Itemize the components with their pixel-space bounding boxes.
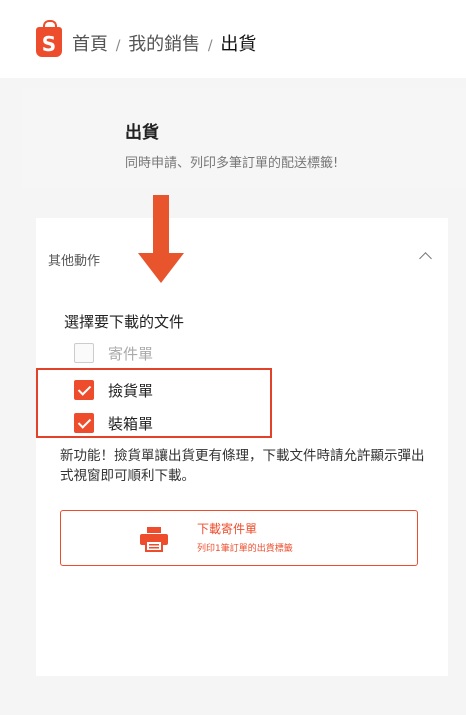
breadcrumb-home[interactable]: 首頁 — [72, 34, 108, 55]
page-subtitle: 同時申請、列印多筆訂單的配送標籤! — [125, 156, 339, 171]
breadcrumb: 首頁 / 我的銷售 / 出貨 — [72, 30, 256, 56]
more-actions-header[interactable]: 其他動作 — [36, 218, 448, 298]
new-feature-notice: 新功能！撿貨單讓出貨更有條理，下載文件時請允許顯示彈出式視窗即可順利下載。 — [60, 448, 425, 484]
chevron-up-icon[interactable] — [419, 252, 432, 265]
option-shipping-label[interactable]: 寄件單 — [74, 341, 153, 365]
breadcrumb-my-sales[interactable]: 我的銷售 — [128, 34, 200, 55]
more-actions-panel: 其他動作 選擇要下載的文件 寄件單 撿貨單 裝箱單 新功能！撿貨單讓出貨更有條理… — [36, 218, 448, 676]
page-title: 出貨 — [125, 123, 159, 143]
breadcrumb-current: 出貨 — [220, 34, 257, 55]
shopee-logo-icon[interactable]: S — [36, 20, 62, 57]
download-shipping-label-button[interactable]: 下載寄件單 列印1筆訂單的出貨標籤 — [60, 510, 418, 566]
page-header: 出貨 同時申請、列印多筆訂單的配送標籤! — [22, 88, 466, 188]
option-label: 寄件單 — [108, 344, 154, 363]
checkbox-shipping-label[interactable] — [74, 343, 94, 363]
download-section-title: 選擇要下載的文件 — [64, 313, 185, 331]
page-content: 出貨 同時申請、列印多筆訂單的配送標籤! 其他動作 選擇要下載的文件 寄件單 撿… — [0, 78, 466, 715]
breadcrumb-separator: / — [207, 38, 213, 54]
download-button-sublabel: 列印1筆訂單的出貨標籤 — [197, 544, 293, 554]
breadcrumb-separator: / — [115, 38, 121, 54]
arrow-down-icon — [138, 195, 184, 283]
download-button-label: 下載寄件單 — [197, 522, 258, 536]
printer-icon — [140, 527, 168, 552]
top-bar: S 首頁 / 我的銷售 / 出貨 — [0, 0, 466, 78]
annotation-highlight-box — [36, 368, 272, 438]
more-actions-label: 其他動作 — [48, 254, 101, 269]
